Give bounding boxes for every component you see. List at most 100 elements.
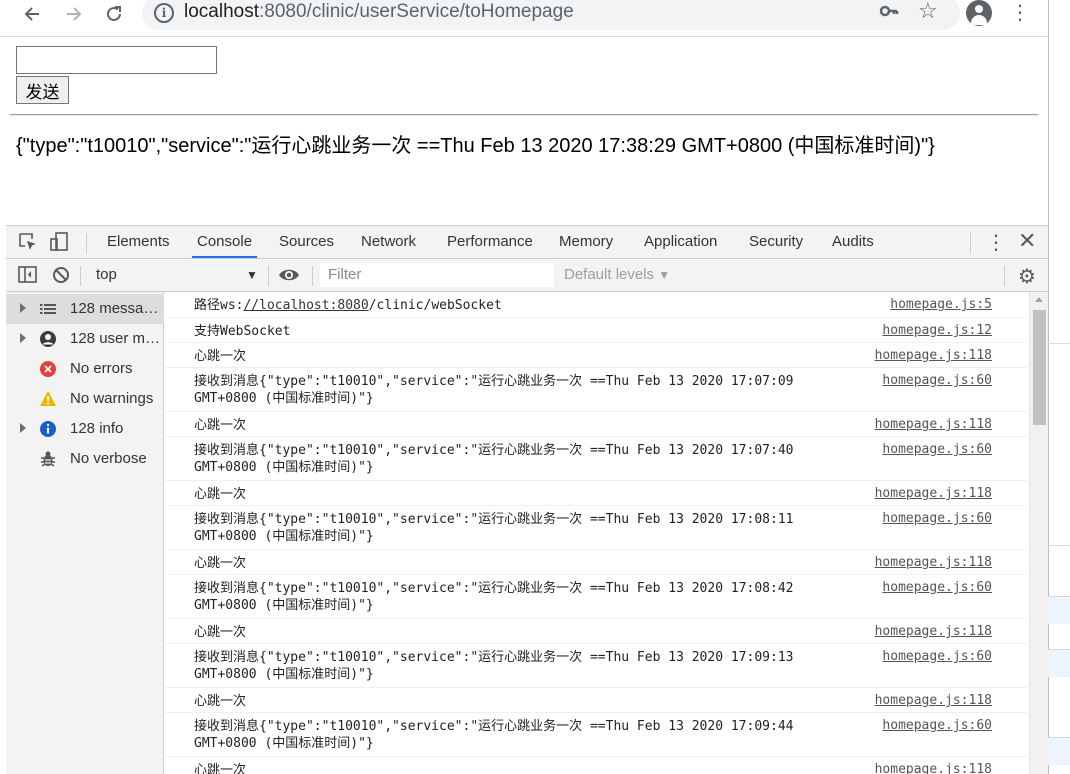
sidebar-item-label: 128 info [70,420,124,437]
tab-audits[interactable]: Audits [832,226,874,258]
sidebar-item-user-messages[interactable]: 128 user me... [6,324,164,354]
log-url-link[interactable]: //localhost:8080 [243,298,368,313]
log-message: 接收到消息{"type":"t10010","service":"运行心跳业务一… [194,374,794,406]
log-message: 支持WebSocket [194,324,291,339]
log-source-link[interactable]: homepage.js:118 [875,624,992,639]
tab-security[interactable]: Security [749,226,803,258]
sidebar-item-label: No errors [70,360,133,377]
sidebar-item-warnings[interactable]: No warnings [6,384,164,414]
sidebar-item-messages[interactable]: 128 messag... [6,294,164,324]
sidebar-item-info[interactable]: 128 info [6,414,164,444]
tab-application[interactable]: Application [644,226,717,258]
sidebar-item-errors[interactable]: No errors [6,354,164,384]
message-input[interactable] [16,46,217,74]
more-options-icon[interactable]: ⋮ [986,230,1006,255]
browser-menu-icon[interactable]: ⋮ [1010,2,1030,26]
log-entry: 心跳一次 homepage.js:118 [165,619,1027,644]
device-toolbar-icon[interactable] [50,232,72,252]
tab-separator [970,233,971,253]
log-source-link[interactable]: homepage.js:60 [882,718,992,733]
inspect-element-icon[interactable] [18,232,40,252]
scroll-up-arrow-icon[interactable] [1035,297,1043,302]
sidebar-item-label: 128 messag... [70,300,162,317]
tab-memory[interactable]: Memory [559,226,613,258]
avatar-body [971,15,987,25]
devtools-panel: Elements Console Sources Network Perform… [6,225,1048,774]
log-entry: 支持WebSocket homepage.js:12 [165,318,1027,343]
console-sidebar: 128 messag... 128 user me... No errors N… [6,292,164,774]
log-source-link[interactable]: homepage.js:118 [875,348,992,363]
dropdown-arrow-icon: ▼ [658,268,671,282]
log-source-link[interactable]: homepage.js:118 [875,417,992,432]
tab-network[interactable]: Network [361,226,416,258]
url-text[interactable]: localhost:8080/clinic/userService/toHome… [184,1,574,23]
log-entry: 接收到消息{"type":"t10010","service":"运行心跳业务一… [165,644,1027,688]
log-message: 心跳一次 [194,556,247,571]
send-button[interactable]: 发送 [16,76,69,104]
address-bar[interactable]: i localhost:8080/clinic/userService/toHo… [142,0,960,30]
gear-icon[interactable]: ⚙ [1018,264,1036,289]
log-source-link[interactable]: homepage.js:60 [882,373,992,388]
user-icon [39,330,57,348]
log-source-link[interactable]: homepage.js:60 [882,580,992,595]
log-source-link[interactable]: homepage.js:60 [882,511,992,526]
list-icon [39,300,57,318]
filter-separator [1004,266,1005,286]
reload-button[interactable] [102,2,126,26]
log-source-link[interactable]: homepage.js:118 [875,693,992,708]
tab-performance[interactable]: Performance [447,226,533,258]
tab-elements[interactable]: Elements [107,226,170,258]
scrollbar-thumb[interactable] [1033,310,1046,425]
background-divider [1048,343,1070,344]
forward-arrow-icon [67,7,82,21]
profile-avatar[interactable] [966,0,992,26]
sidebar-item-label: 128 user me... [70,330,162,347]
expand-arrow-icon[interactable] [20,333,26,343]
sidebar-item-label: No verbose [70,450,147,467]
background-band [1048,649,1070,677]
page-content: 发送 {"type":"t10010","service":"运行心跳业务一次 … [0,37,1048,225]
log-source-link[interactable]: homepage.js:5 [890,297,992,312]
filter-separator [80,266,81,286]
log-entry: 心跳一次 homepage.js:118 [165,481,1027,506]
error-icon [39,360,57,378]
tab-console[interactable]: Console [192,226,258,258]
horizontal-rule [10,114,1038,116]
expand-arrow-icon[interactable] [20,423,26,433]
console-scrollbar[interactable] [1029,292,1048,774]
bookmark-star-icon[interactable]: ☆ [918,0,938,24]
log-levels-label: Default levels [564,266,655,283]
log-message: 心跳一次 [194,694,247,709]
live-expression-eye-icon[interactable] [278,267,302,283]
context-select[interactable]: top ▼ [88,259,266,291]
console-filterbar: top ▼ Filter Default levels ▼ ⚙ [6,259,1048,292]
forward-button[interactable] [62,2,86,26]
background-band [1048,596,1070,624]
log-levels-dropdown[interactable]: Default levels ▼ [564,259,670,291]
url-path: :8080/clinic/userService/toHomepage [259,1,574,22]
log-message: 接收到消息{"type":"t10010","service":"运行心跳业务一… [194,512,794,544]
key-icon[interactable] [878,0,900,27]
log-source-link[interactable]: homepage.js:60 [882,442,992,457]
back-button[interactable] [20,2,44,26]
background-band [1048,737,1070,765]
info-icon[interactable]: i [154,3,174,23]
filter-input[interactable]: Filter [320,263,554,287]
log-entry: 心跳一次 homepage.js:118 [165,757,1027,774]
sidebar-item-verbose[interactable]: No verbose [6,444,164,474]
dropdown-arrow-icon: ▼ [246,268,258,282]
log-message: 心跳一次 [194,763,247,774]
log-source-link[interactable]: homepage.js:60 [882,649,992,664]
log-source-link[interactable]: homepage.js:118 [875,762,992,774]
log-message: 接收到消息{"type":"t10010","service":"运行心跳业务一… [194,650,794,682]
sidebar-toggle-icon[interactable] [18,266,40,286]
log-source-link[interactable]: homepage.js:118 [875,486,992,501]
tab-sources[interactable]: Sources [279,226,334,258]
close-icon[interactable]: ✕ [1018,228,1036,254]
log-source-link[interactable]: homepage.js:118 [875,555,992,570]
expand-arrow-icon[interactable] [20,303,26,313]
clear-console-icon[interactable] [52,266,74,286]
log-source-link[interactable]: homepage.js:12 [882,323,992,338]
log-entry: 心跳一次 homepage.js:118 [165,688,1027,713]
reload-icon [107,6,121,21]
